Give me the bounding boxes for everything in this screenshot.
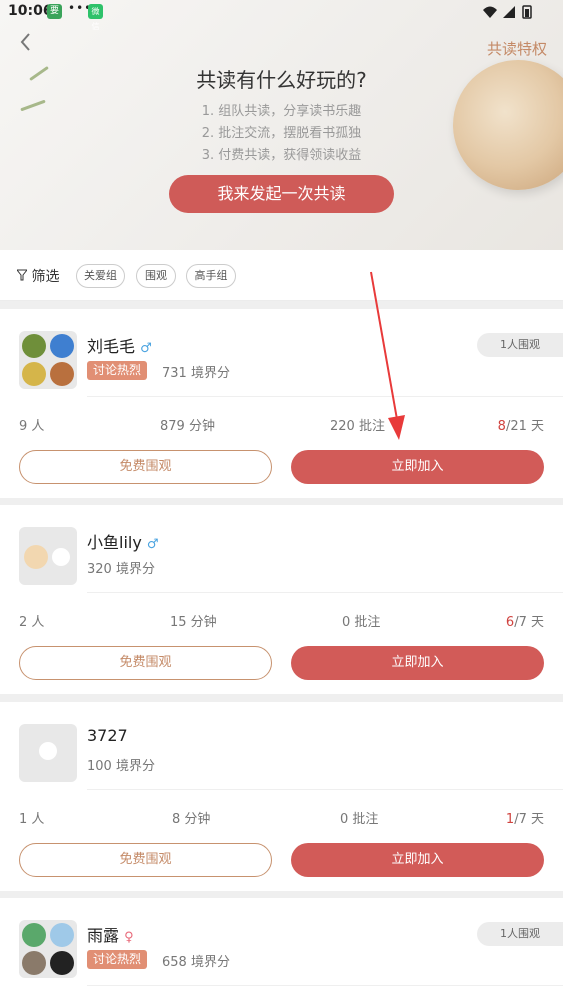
realm-score: 320 境界分 bbox=[87, 562, 155, 577]
reading-minutes: 879 分钟 bbox=[160, 419, 215, 434]
filter-bar: 筛选 关爱组 围观 高手组 bbox=[0, 250, 563, 301]
divider bbox=[87, 592, 563, 593]
join-now-button[interactable]: 立即加入 bbox=[291, 450, 544, 484]
member-count: 1 人 bbox=[19, 812, 45, 827]
watchers-badge: 1人围观 bbox=[477, 922, 563, 946]
header-banner: 10:06 要 ••• 微信 共读特权 共读有什么好玩的? 1. 组队共读，分享… bbox=[0, 0, 563, 250]
member-count: 9 人 bbox=[19, 419, 45, 434]
owner-name: 刘毛毛 bbox=[87, 337, 136, 356]
signal-icon bbox=[503, 6, 515, 18]
group-avatar bbox=[19, 724, 77, 782]
group-owner: 小鱼lily ♂ bbox=[87, 529, 159, 553]
person-icon bbox=[39, 742, 57, 760]
free-watch-button[interactable]: 免费围观 bbox=[19, 646, 272, 680]
filter-button[interactable]: 筛选 bbox=[15, 266, 60, 286]
female-icon: ♀ bbox=[124, 930, 134, 945]
group-card[interactable]: 刘毛毛 ♂ 讨论热烈 731 境界分 1人围观 9 人 879 分钟 220 批… bbox=[0, 309, 563, 498]
join-now-button[interactable]: 立即加入 bbox=[291, 646, 544, 680]
day-progress: 6/7 天 bbox=[506, 611, 544, 630]
day-progress: 1/7 天 bbox=[506, 808, 544, 827]
group-owner: 3727 bbox=[87, 726, 128, 745]
reading-minutes: 8 分钟 bbox=[172, 812, 211, 827]
days-total: /21 天 bbox=[505, 419, 544, 434]
intro-line: 3. 付费共读，获得领读收益 bbox=[201, 148, 362, 163]
intro-line: 2. 批注交流，摆脱看书孤独 bbox=[201, 126, 362, 141]
days-done: 6 bbox=[505, 615, 515, 630]
filter-chip-care[interactable]: 关爱组 bbox=[76, 264, 125, 288]
notification-app-icon: 要 bbox=[47, 4, 62, 19]
group-card[interactable]: 小鱼lily ♂ 320 境界分 2 人 15 分钟 0 批注 6/7 天 免费… bbox=[0, 505, 563, 694]
status-icons bbox=[481, 4, 541, 24]
privilege-link[interactable]: 共读特权 bbox=[487, 38, 547, 59]
note-count: 0 批注 bbox=[340, 812, 379, 827]
start-reading-button[interactable]: 我来发起一次共读 bbox=[169, 175, 394, 213]
divider bbox=[87, 396, 563, 397]
realm-score: 731 境界分 bbox=[162, 366, 230, 381]
reading-minutes: 15 分钟 bbox=[170, 615, 217, 630]
days-done: 1 bbox=[505, 812, 515, 827]
filter-icon bbox=[15, 269, 31, 285]
back-icon[interactable] bbox=[14, 30, 38, 54]
days-total: /7 天 bbox=[514, 615, 544, 630]
note-count: 220 批注 bbox=[330, 419, 385, 434]
days-total: /7 天 bbox=[514, 812, 544, 827]
male-icon: ♂ bbox=[140, 341, 152, 356]
status-time: 10:06 bbox=[8, 3, 53, 19]
owner-name: 雨露 bbox=[87, 926, 120, 945]
group-avatar bbox=[19, 527, 77, 585]
day-progress: 8/21 天 bbox=[498, 415, 544, 434]
watchers-badge: 1人围观 bbox=[477, 333, 563, 357]
intro-line: 1. 组队共读，分享读书乐趣 bbox=[201, 104, 362, 119]
member-count: 2 人 bbox=[19, 615, 45, 630]
wifi-icon bbox=[483, 6, 497, 18]
notification-app-icon-2: 微信 bbox=[88, 4, 103, 31]
group-owner: 雨露 ♀ bbox=[87, 922, 134, 946]
page-title: 共读有什么好玩的? bbox=[196, 68, 367, 92]
note-count: 0 批注 bbox=[342, 615, 381, 630]
person-icon bbox=[52, 548, 70, 566]
realm-score: 658 境界分 bbox=[162, 955, 230, 970]
male-icon: ♂ bbox=[146, 537, 159, 552]
hot-discussion-badge: 讨论热烈 bbox=[87, 950, 148, 969]
days-done: 8 bbox=[497, 419, 506, 434]
realm-score: 100 境界分 bbox=[87, 759, 155, 774]
status-bar: 10:06 要 ••• 微信 bbox=[0, 0, 563, 31]
filter-chip-expert[interactable]: 高手组 bbox=[186, 264, 236, 288]
join-now-button[interactable]: 立即加入 bbox=[291, 843, 544, 877]
owner-name: 小鱼lily bbox=[87, 533, 142, 552]
divider bbox=[87, 789, 563, 790]
hot-discussion-badge: 讨论热烈 bbox=[87, 361, 148, 380]
group-owner: 刘毛毛 ♂ bbox=[87, 333, 152, 357]
group-card[interactable]: 雨露 ♀ 讨论热烈 658 境界分 1人围观 bbox=[0, 898, 563, 1001]
group-avatar bbox=[19, 920, 77, 978]
filter-chip-watch[interactable]: 围观 bbox=[136, 264, 176, 288]
filter-label: 筛选 bbox=[31, 269, 60, 285]
owner-name: 3727 bbox=[87, 726, 128, 745]
group-card[interactable]: 3727 100 境界分 1 人 8 分钟 0 批注 1/7 天 免费围观 立即… bbox=[0, 702, 563, 891]
group-avatar bbox=[19, 331, 77, 389]
free-watch-button[interactable]: 免费围观 bbox=[19, 843, 272, 877]
free-watch-button[interactable]: 免费围观 bbox=[19, 450, 272, 484]
divider bbox=[87, 985, 563, 986]
